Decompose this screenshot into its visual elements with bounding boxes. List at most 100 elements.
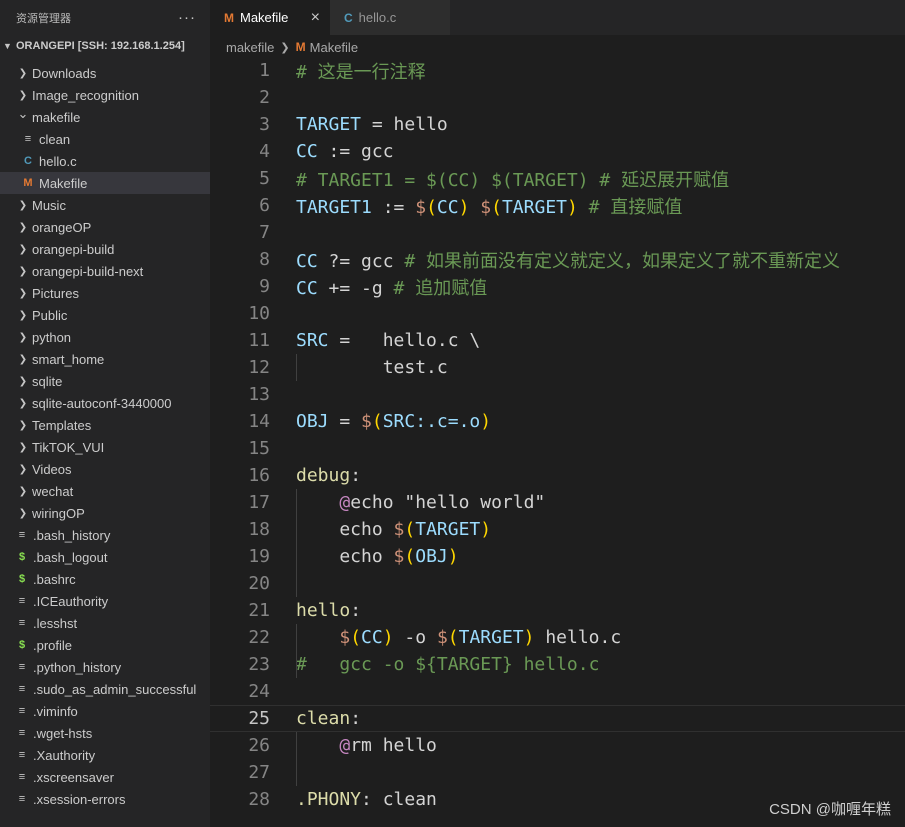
file-item-bash-logout[interactable]: $ .bash_logout xyxy=(0,546,210,568)
folder-item-pictures[interactable]: ❯ Pictures xyxy=(0,282,210,304)
folder-item-smart-home[interactable]: ❯ smart_home xyxy=(0,348,210,370)
code-line[interactable]: 2 xyxy=(210,84,905,111)
indent-guide xyxy=(296,732,297,786)
folder-item-templates[interactable]: ❯ Templates xyxy=(0,414,210,436)
line-number: 15 xyxy=(248,438,270,459)
folder-item-downloads[interactable]: ❯ Downloads xyxy=(0,62,210,84)
code-line[interactable]: 27 xyxy=(210,759,905,786)
code-line[interactable]: 24 xyxy=(210,678,905,705)
file-item-bashrc[interactable]: $ .bashrc xyxy=(0,568,210,590)
file-item-hello-c[interactable]: Chello.c xyxy=(0,150,210,172)
workspace-name: ORANGEPI [SSH: 192.168.1.254] xyxy=(16,40,185,52)
code-line[interactable]: 4 CC := gcc xyxy=(210,138,905,165)
code-line[interactable]: 15 xyxy=(210,435,905,462)
chevron-right-icon: ❯ xyxy=(18,243,28,255)
code-line[interactable]: 18 echo $(TARGET) xyxy=(210,516,905,543)
chevron-right-icon: ❯ xyxy=(18,221,28,233)
workspace-section-header[interactable]: ▼ ORANGEPI [SSH: 192.168.1.254] xyxy=(0,35,210,57)
code-line[interactable]: 10 xyxy=(210,300,905,327)
code-line[interactable]: 9 CC += -g # 追加赋值 xyxy=(210,273,905,300)
folder-item-image-recognition[interactable]: ❯ Image_recognition xyxy=(0,84,210,106)
folder-item-tiktok-vui[interactable]: ❯ TikTOK_VUI xyxy=(0,436,210,458)
folder-item-orangepi-build[interactable]: ❯ orangepi-build xyxy=(0,238,210,260)
breadcrumb-folder[interactable]: makefile xyxy=(226,40,274,55)
code-token: ( xyxy=(404,519,416,540)
folder-item-sqlite-autoconf-3440000[interactable]: ❯ sqlite-autoconf-3440000 xyxy=(0,392,210,414)
file-item-clean[interactable]: ≡ clean xyxy=(0,128,210,150)
code-line[interactable]: 3 TARGET = hello xyxy=(210,111,905,138)
code-line[interactable]: 14 OBJ = $(SRC:.c=.o) xyxy=(210,408,905,435)
folder-item-orangepi-build-next[interactable]: ❯ orangepi-build-next xyxy=(0,260,210,282)
file-item-profile[interactable]: $ .profile xyxy=(0,634,210,656)
breadcrumb-file[interactable]: Makefile xyxy=(310,40,358,55)
tab-hello-c[interactable]: C hello.c xyxy=(330,0,450,35)
file-item-xsession-errors[interactable]: ≡ .xsession-errors xyxy=(0,788,210,810)
file-item-lesshst[interactable]: ≡ .lesshst xyxy=(0,612,210,634)
chevron-right-icon: ❯ xyxy=(18,67,28,79)
code-line[interactable]: 25 clean: xyxy=(210,705,905,732)
code-line[interactable]: 12 test.c xyxy=(210,354,905,381)
chevron-down-icon: ⌄ xyxy=(17,106,29,121)
folder-item-python[interactable]: ❯ python xyxy=(0,326,210,348)
file-item-wget-hsts[interactable]: ≡ .wget-hsts xyxy=(0,722,210,744)
code-token: .PHONY xyxy=(296,789,362,810)
explorer-sidebar: 资源管理器 ··· ▼ ORANGEPI [SSH: 192.168.1.254… xyxy=(0,0,210,827)
code-line[interactable]: 26 @rm hello xyxy=(210,732,905,759)
chevron-right-icon: ❯ xyxy=(18,375,28,387)
code-line[interactable]: 6 TARGET1 := $(CC) $(TARGET) # 直接赋值 xyxy=(210,192,905,219)
file-item-xauthority[interactable]: ≡ .Xauthority xyxy=(0,744,210,766)
close-icon[interactable]: × xyxy=(311,9,320,27)
chevron-right-icon: ❯ xyxy=(18,199,28,211)
code-line[interactable]: 22 $(CC) -o $(TARGET) hello.c xyxy=(210,624,905,651)
code-line[interactable]: 11 SRC = hello.c \ xyxy=(210,327,905,354)
file-item-bash-history[interactable]: ≡ .bash_history xyxy=(0,524,210,546)
folder-item-orangeop[interactable]: ❯ orangeOP xyxy=(0,216,210,238)
tree-item-label: smart_home xyxy=(32,351,105,367)
line-code: CC ?= gcc # 如果前面没有定义就定义，如果定义了就不重新定义 xyxy=(296,247,840,273)
text-file-icon: ≡ xyxy=(24,133,32,145)
code-line[interactable]: 19 echo $(OBJ) xyxy=(210,543,905,570)
code-token: ?= gcc xyxy=(317,250,394,272)
code-token: CC xyxy=(436,196,459,218)
code-line[interactable]: 23 # gcc -o ${TARGET} hello.c xyxy=(210,651,905,678)
chevron-right-icon: ❯ xyxy=(18,507,28,519)
text-file-icon: ≡ xyxy=(18,749,26,761)
tab-makefile[interactable]: M Makefile × xyxy=(210,0,330,35)
folder-item-public[interactable]: ❯ Public xyxy=(0,304,210,326)
code-line[interactable]: 13 xyxy=(210,381,905,408)
code-line[interactable]: 8 CC ?= gcc # 如果前面没有定义就定义，如果定义了就不重新定义 xyxy=(210,246,905,273)
file-item-python-history[interactable]: ≡ .python_history xyxy=(0,656,210,678)
more-actions-icon[interactable]: ··· xyxy=(178,9,196,26)
file-item-makefile[interactable]: M Makefile xyxy=(0,172,210,194)
code-line[interactable]: 21 hello: xyxy=(210,597,905,624)
code-line[interactable]: 20 xyxy=(210,570,905,597)
file-item-sudo-as-admin-successful[interactable]: ≡ .sudo_as_admin_successful xyxy=(0,678,210,700)
line-number: 18 xyxy=(248,519,270,540)
folder-item-makefile[interactable]: ⌄ makefile xyxy=(0,106,210,128)
code-line[interactable]: 17 @echo "hello world" xyxy=(210,489,905,516)
folder-item-wechat[interactable]: ❯ wechat xyxy=(0,480,210,502)
folder-item-sqlite[interactable]: ❯ sqlite xyxy=(0,370,210,392)
file-item-iceauthority[interactable]: ≡ .ICEauthority xyxy=(0,590,210,612)
chevron-right-icon: ❯ xyxy=(18,287,28,299)
line-code: TARGET = hello xyxy=(296,114,448,135)
line-number: 10 xyxy=(248,303,270,324)
code-token: := xyxy=(371,196,416,218)
folder-item-wiringop[interactable]: ❯ wiringOP xyxy=(0,502,210,524)
folder-item-videos[interactable]: ❯ Videos xyxy=(0,458,210,480)
chevron-right-icon: ❯ xyxy=(18,353,28,365)
code-editor[interactable]: 1 # 这是一行注释 2 3 TARGET = hello 4 CC := gcc 5 # TA… xyxy=(210,57,905,827)
tree-item-label: Music xyxy=(32,197,66,213)
tree-item-label: TikTOK_VUI xyxy=(32,439,105,455)
code-line[interactable]: 16 debug: xyxy=(210,462,905,489)
tree-item-label: orangepi-build xyxy=(32,241,115,257)
file-item-viminfo[interactable]: ≡ .viminfo xyxy=(0,700,210,722)
code-line[interactable]: 1 # 这是一行注释 xyxy=(210,57,905,84)
file-item-xscreensaver[interactable]: ≡ .xscreensaver xyxy=(0,766,210,788)
code-line[interactable]: 5 # TARGET1 = $(CC) $(TARGET) # 延迟展开赋值 xyxy=(210,165,905,192)
line-code: TARGET1 := $(CC) $(TARGET) # 直接赋值 xyxy=(296,193,682,219)
code-line[interactable]: 7 xyxy=(210,219,905,246)
folder-item-music[interactable]: ❯ Music xyxy=(0,194,210,216)
code-token: ( xyxy=(371,411,383,432)
